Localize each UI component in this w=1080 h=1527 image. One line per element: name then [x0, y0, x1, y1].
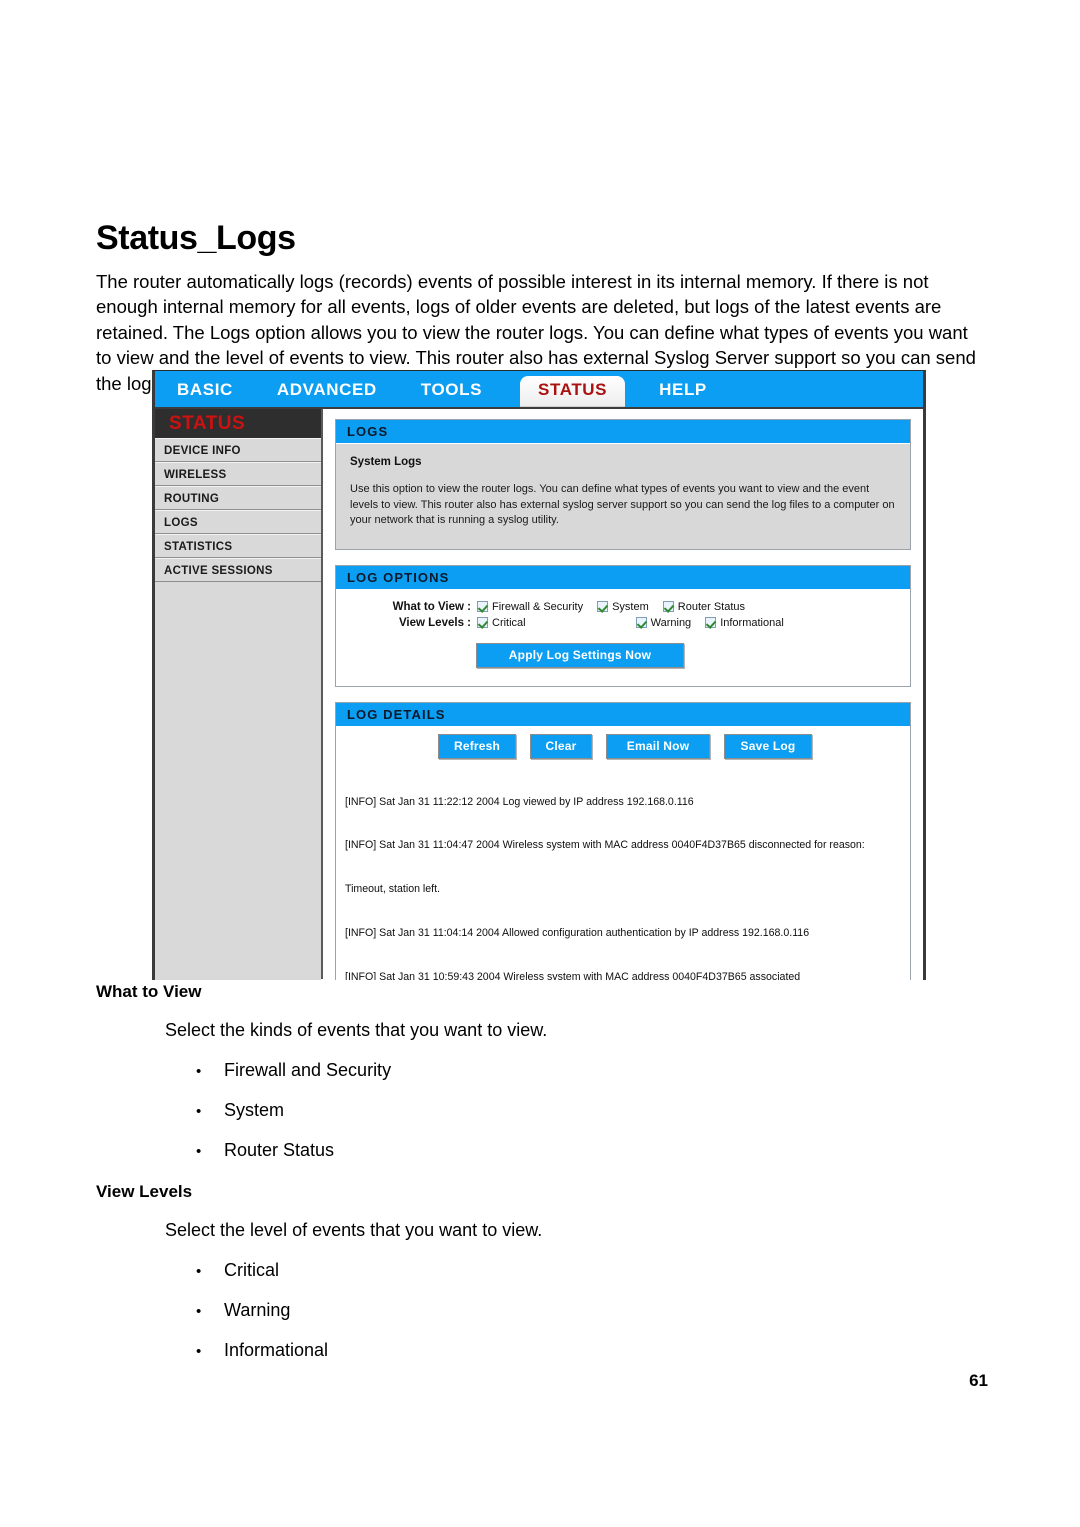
checkbox-informational[interactable] — [705, 617, 717, 628]
log-options-panel: LOG OPTIONS What to View : Firewall & Se… — [335, 564, 911, 687]
log-details-panel: LOG DETAILS Refresh Clear Email Now Save… — [335, 701, 911, 980]
log-line: [INFO] Sat Jan 31 11:22:12 2004 Log view… — [345, 795, 694, 808]
log-line: [INFO] Sat Jan 31 11:04:14 2004 Allowed … — [345, 927, 810, 940]
nav-tab-help[interactable]: HELP — [659, 380, 707, 407]
bullet-icon: • — [196, 1143, 202, 1160]
checkbox-warning[interactable] — [635, 617, 647, 628]
checkbox-label-system: System — [612, 600, 649, 613]
bullet-icon: • — [196, 1303, 202, 1320]
list-item: • Critical — [196, 1260, 279, 1281]
log-line: Timeout, station left. — [345, 883, 440, 896]
clear-button[interactable]: Clear — [530, 733, 592, 759]
page-number: 61 — [969, 1371, 988, 1390]
section-subtext-view-levels: Select the level of events that you want… — [165, 1220, 543, 1240]
section-subtext-what-to-view: Select the kinds of events that you want… — [165, 1020, 548, 1040]
checkbox-label-router-status: Router Status — [677, 600, 746, 613]
sidebar-item-wireless[interactable]: WIRELESS — [155, 462, 321, 486]
checkbox-system[interactable] — [597, 601, 609, 612]
section-heading-what-to-view: What to View — [96, 982, 202, 1001]
log-line: [INFO] Sat Jan 31 10:59:43 2004 Wireless… — [345, 970, 801, 980]
system-logs-subtitle: System Logs — [350, 456, 422, 468]
checkbox-firewall-security[interactable] — [477, 601, 488, 612]
list-item: • Firewall and Security — [196, 1060, 391, 1081]
router-ui-screenshot: BASIC ADVANCED TOOLS STATUS HELP STATUS … — [152, 370, 926, 980]
list-item-label: Informational — [224, 1340, 329, 1360]
list-item: • Router Status — [196, 1140, 334, 1161]
checkbox-router-status[interactable] — [662, 601, 674, 612]
nav-tab-status[interactable]: STATUS — [520, 376, 626, 407]
log-details-button-row: Refresh Clear Email Now Save Log — [342, 730, 904, 765]
list-item: • Warning — [196, 1300, 290, 1321]
nav-tab-basic[interactable]: BASIC — [177, 380, 233, 407]
list-item-label: Firewall and Security — [224, 1060, 392, 1080]
document-page: Status_Logs The router automatically log… — [0, 0, 1080, 1527]
bullet-icon: • — [196, 1263, 202, 1280]
view-levels-label: View Levels : — [398, 616, 471, 629]
view-levels-row: View Levels : Critical Warning Informati… — [348, 617, 898, 629]
checkbox-label-critical: Critical — [492, 616, 526, 629]
what-to-view-label: What to View : — [392, 600, 471, 613]
sidebar-item-statistics[interactable]: STATISTICS — [155, 534, 321, 558]
list-item-label: System — [224, 1100, 285, 1120]
refresh-button[interactable]: Refresh — [438, 733, 516, 759]
log-options-panel-header: LOG OPTIONS — [336, 565, 910, 589]
sidebar-item-active-sessions[interactable]: ACTIVE SESSIONS — [155, 558, 321, 582]
bullet-icon: • — [196, 1343, 202, 1360]
email-now-button[interactable]: Email Now — [606, 733, 710, 759]
checkbox-label-firewall-security: Firewall & Security — [492, 600, 584, 613]
list-item: • System — [196, 1100, 284, 1121]
sidebar-filler — [155, 582, 321, 980]
system-logs-description: Use this option to view the router logs.… — [350, 483, 895, 526]
sidebar-title: STATUS — [155, 409, 321, 438]
bullet-icon: • — [196, 1063, 202, 1080]
sidebar-item-device-info[interactable]: DEVICE INFO — [155, 438, 321, 462]
log-output[interactable]: [INFO] Sat Jan 31 11:22:12 2004 Log view… — [342, 765, 904, 980]
log-details-panel-header: LOG DETAILS — [336, 702, 910, 726]
logs-panel-header: LOGS — [336, 420, 910, 443]
what-to-view-row: What to View : Firewall & Security Syste… — [348, 601, 898, 613]
router-nav-bar: BASIC ADVANCED TOOLS STATUS HELP — [155, 371, 923, 409]
checkbox-label-informational: Informational — [720, 616, 784, 629]
list-item-label: Critical — [224, 1260, 280, 1280]
list-item-label: Router Status — [224, 1140, 335, 1160]
nav-tab-advanced[interactable]: ADVANCED — [277, 380, 377, 407]
save-log-button[interactable]: Save Log — [724, 733, 812, 759]
sidebar-item-routing[interactable]: ROUTING — [155, 486, 321, 510]
list-item: • Informational — [196, 1340, 328, 1361]
bullet-icon: • — [196, 1103, 202, 1120]
apply-log-settings-button[interactable]: Apply Log Settings Now — [476, 642, 684, 668]
checkbox-label-warning: Warning — [650, 616, 692, 629]
checkbox-critical[interactable] — [477, 617, 488, 628]
list-item-label: Warning — [224, 1300, 291, 1320]
page-title: Status_Logs — [96, 218, 296, 257]
log-line: [INFO] Sat Jan 31 11:04:47 2004 Wireless… — [345, 839, 865, 852]
logs-panel: LOGS System Logs Use this option to view… — [335, 419, 911, 550]
main-content: LOGS System Logs Use this option to view… — [323, 409, 923, 980]
sidebar-item-logs[interactable]: LOGS — [155, 510, 321, 534]
section-heading-view-levels: View Levels — [96, 1182, 193, 1201]
nav-tab-tools[interactable]: TOOLS — [421, 380, 482, 407]
sidebar: STATUS DEVICE INFO WIRELESS ROUTING LOGS… — [155, 409, 323, 980]
